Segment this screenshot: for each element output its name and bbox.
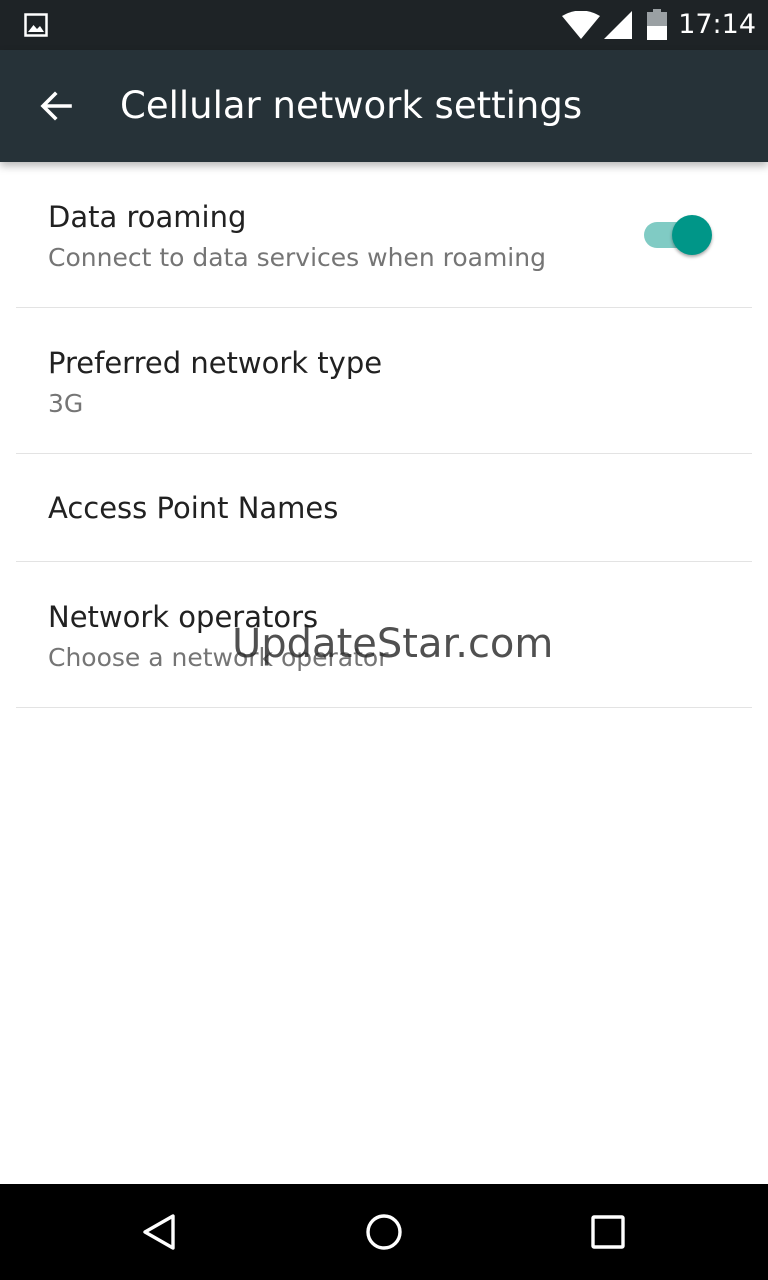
navigation-bar	[0, 1184, 768, 1280]
wifi-icon	[562, 11, 600, 39]
status-bar: 17:14	[0, 0, 768, 50]
setting-access-point-names[interactable]: Access Point Names	[0, 454, 768, 562]
data-roaming-toggle[interactable]	[640, 210, 716, 258]
page-title: Cellular network settings	[120, 84, 583, 127]
back-triangle-icon	[143, 1214, 175, 1250]
status-time: 17:14	[678, 9, 756, 40]
app-bar: Cellular network settings	[0, 50, 768, 162]
nav-home-button[interactable]	[352, 1200, 416, 1264]
nav-back-button[interactable]	[128, 1200, 192, 1264]
recents-square-icon	[591, 1215, 625, 1249]
setting-preferred-network-type[interactable]: Preferred network type 3G	[0, 308, 768, 454]
setting-title: Data roaming	[48, 200, 247, 234]
divider	[16, 707, 752, 708]
setting-summary: Connect to data services when roaming	[48, 243, 546, 272]
nav-recents-button[interactable]	[576, 1200, 640, 1264]
back-button[interactable]	[18, 68, 94, 144]
photo-notification-icon	[24, 13, 48, 37]
watermark-text: UpdateStar.com	[232, 621, 554, 667]
cell-signal-icon	[604, 11, 632, 39]
setting-data-roaming[interactable]: Data roaming Connect to data services wh…	[0, 162, 768, 308]
setting-summary: 3G	[48, 389, 84, 418]
setting-title: Preferred network type	[48, 346, 383, 380]
home-circle-icon	[366, 1214, 402, 1250]
battery-icon	[647, 9, 667, 40]
toggle-thumb	[672, 215, 712, 255]
arrow-back-icon	[40, 91, 72, 121]
setting-title: Access Point Names	[48, 491, 339, 525]
